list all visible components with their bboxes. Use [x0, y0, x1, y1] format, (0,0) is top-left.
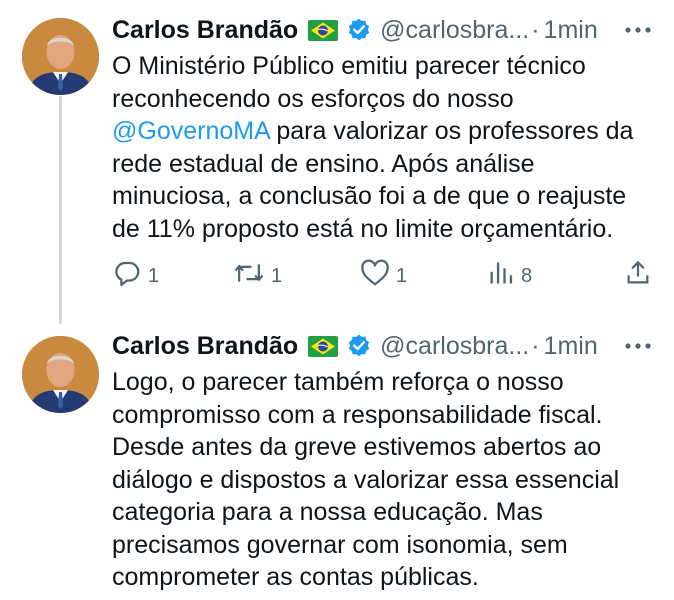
like-button[interactable]: 1: [360, 259, 407, 293]
tweet-text: Logo, o parecer também reforça o nosso c…: [112, 368, 620, 591]
author-handle[interactable]: @carlosbra...: [380, 332, 529, 361]
timestamp[interactable]: 1min: [544, 332, 598, 361]
retweet-count: 1: [271, 264, 283, 287]
reply-icon: [112, 258, 142, 294]
brazil-flag-icon: [308, 19, 339, 41]
brazil-flag-icon: [308, 335, 339, 357]
retweet-icon: [233, 258, 265, 294]
share-icon: [624, 259, 652, 293]
retweet-button[interactable]: 1: [233, 259, 282, 293]
author-name[interactable]: Carlos Brandão: [112, 16, 298, 45]
avatar[interactable]: [22, 336, 99, 413]
author-handle[interactable]: @carlosbra...: [380, 16, 529, 45]
views-icon: [487, 259, 515, 293]
reply-button[interactable]: 1: [112, 259, 159, 293]
reply-count: 1: [148, 264, 160, 287]
author-name[interactable]: Carlos Brandão: [112, 332, 298, 361]
like-count: 1: [396, 264, 408, 287]
tweet-actions: 1 1 1 8: [112, 259, 657, 293]
share-button[interactable]: [624, 259, 652, 293]
separator-dot: ·: [531, 15, 540, 44]
views-count: 8: [521, 264, 533, 287]
heart-icon: [360, 259, 390, 293]
timestamp[interactable]: 1min: [544, 16, 598, 45]
mention-link[interactable]: @GovernoMA: [112, 117, 269, 145]
tweet-text-start: O Ministério Público emitiu parecer técn…: [112, 52, 586, 113]
separator-dot: ·: [531, 331, 540, 360]
verified-badge-icon: [346, 333, 372, 359]
tweet-1[interactable]: Carlos Brandão @carlosbra... · 1min O Mi…: [0, 0, 674, 320]
more-options-icon[interactable]: [624, 14, 652, 46]
avatar[interactable]: [22, 18, 99, 95]
tweet-2[interactable]: Carlos Brandão @carlosbra... · 1min Logo…: [0, 320, 674, 600]
tweet-text: O Ministério Público emitiu parecer técn…: [112, 50, 657, 245]
more-options-icon[interactable]: [624, 330, 652, 362]
verified-badge-icon: [346, 17, 372, 43]
views-button[interactable]: 8: [487, 259, 532, 293]
